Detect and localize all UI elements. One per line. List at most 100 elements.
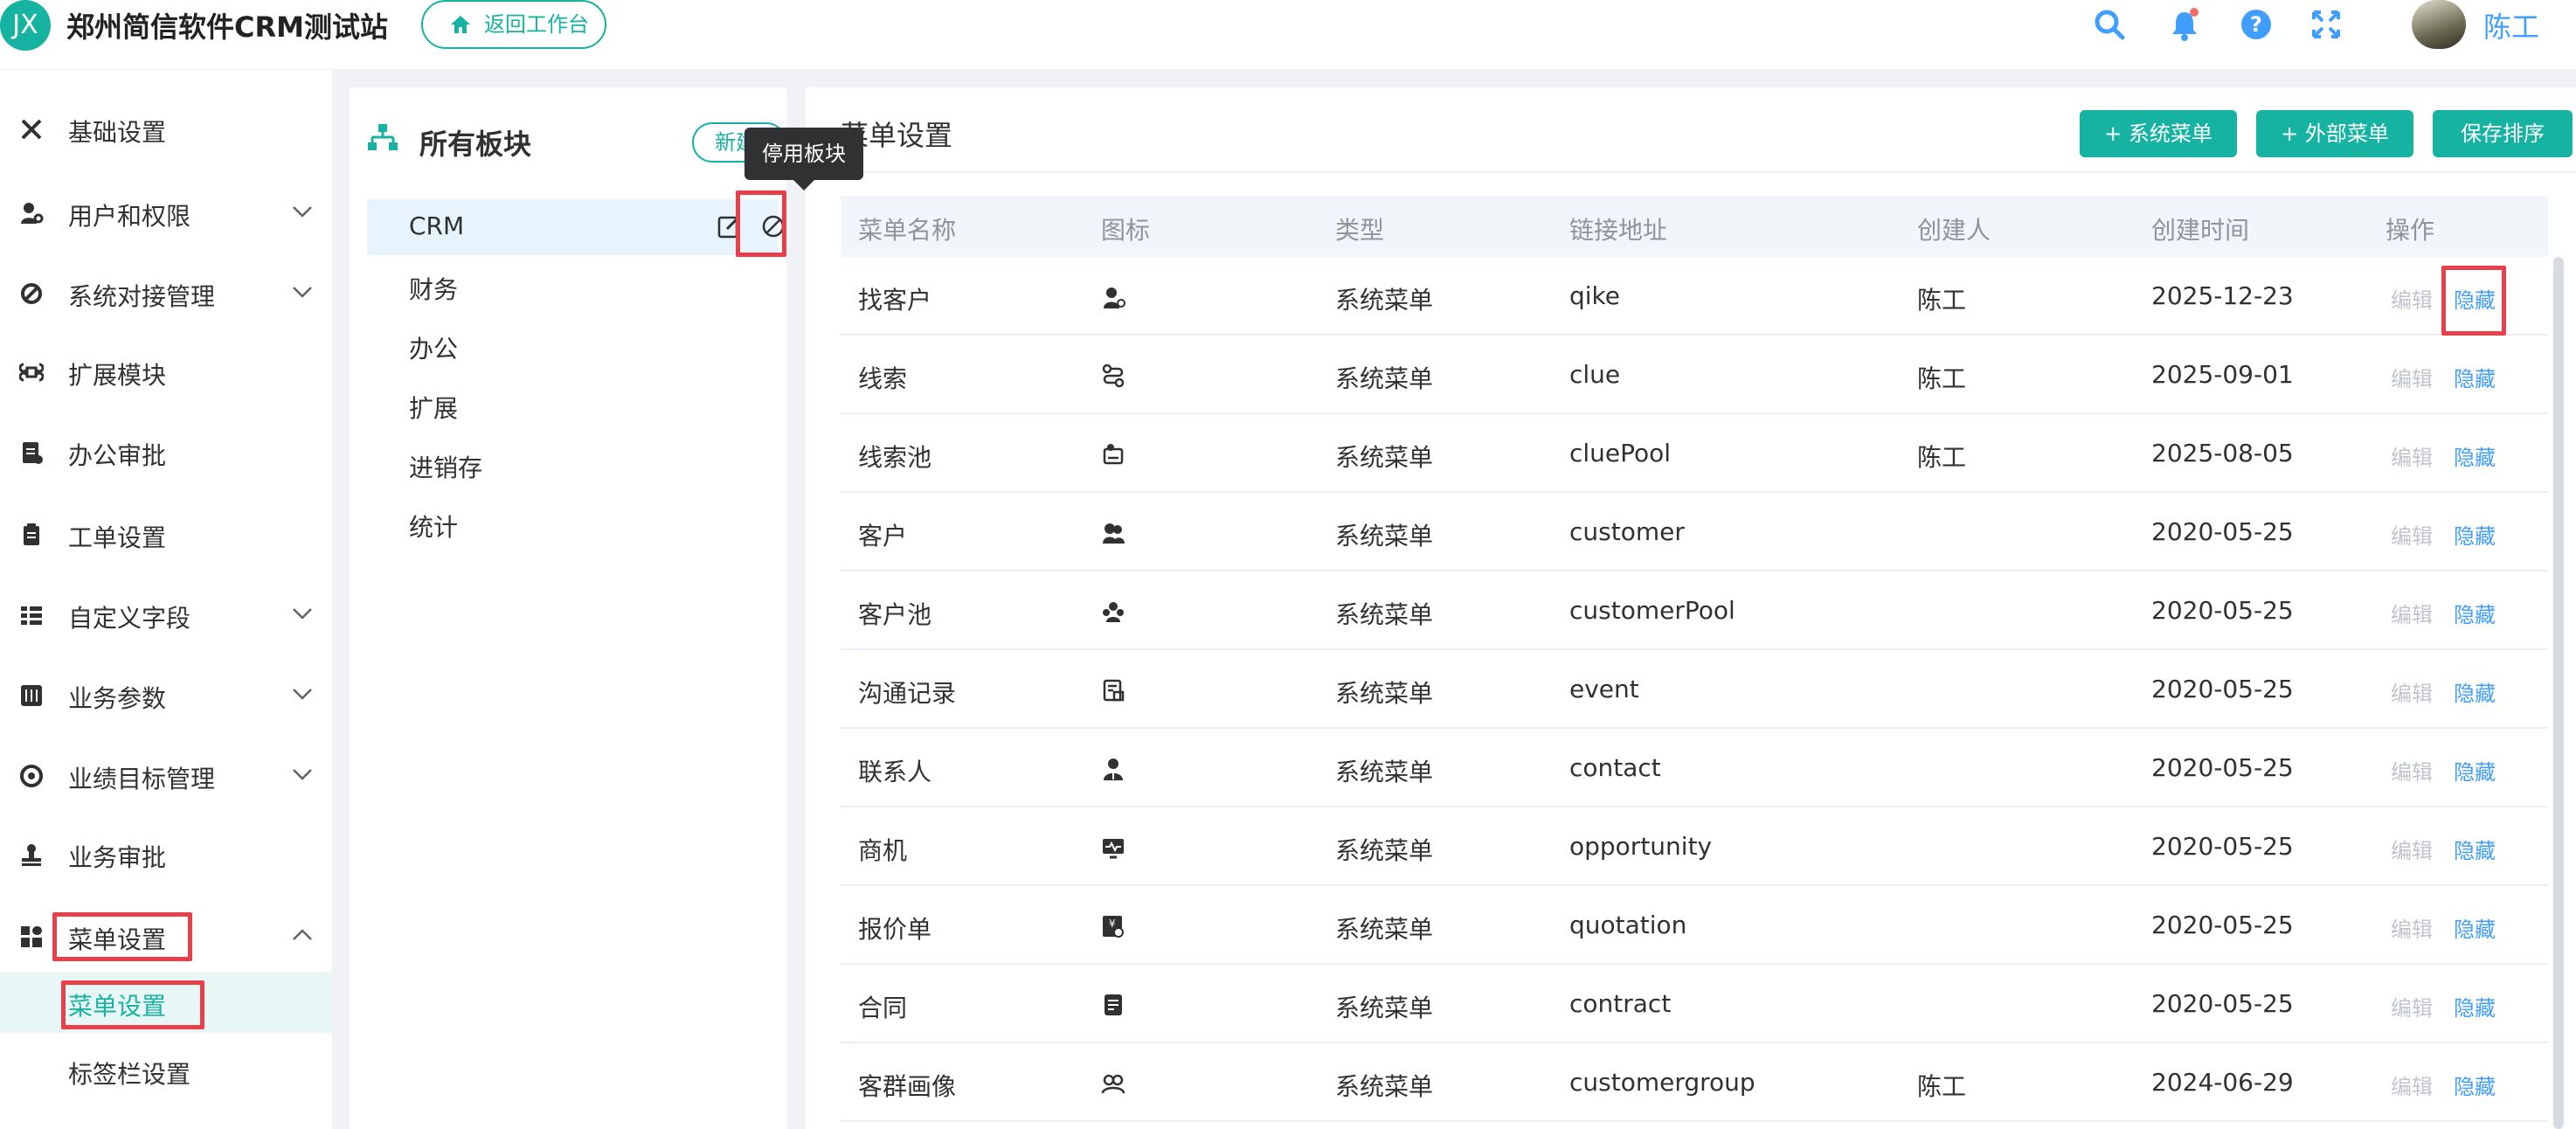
doc-approve-icon	[23, 442, 43, 464]
table-row: 线索池 系统菜单 cluePool 陈工 2025-08-05 编辑 隐藏	[841, 414, 2548, 493]
hide-button[interactable]: 隐藏	[2454, 440, 2496, 471]
chevron-down-icon	[293, 206, 312, 218]
sidebar-item-business-params[interactable]: 业务参数	[0, 668, 332, 720]
module-item-extension[interactable]: 扩展	[367, 377, 778, 433]
sidebar-item-basic-settings[interactable]: 基础设置	[0, 101, 332, 154]
edit-button[interactable]: 编辑	[2391, 519, 2433, 550]
chevron-down-icon	[293, 608, 312, 620]
command-icon	[19, 363, 44, 382]
highlight-box	[736, 190, 786, 257]
edit-button[interactable]: 编辑	[2391, 991, 2433, 1022]
table-row: 合同 系统菜单 contract 2020-05-25 编辑 隐藏	[841, 965, 2548, 1043]
module-item-finance[interactable]: 财务	[367, 259, 778, 315]
hide-button[interactable]: 隐藏	[2454, 834, 2496, 864]
edit-button[interactable]: 编辑	[2391, 440, 2433, 471]
hide-button[interactable]: 隐藏	[2454, 676, 2496, 707]
table-row: 商机 系统菜单 opportunity 2020-05-25 编辑 隐藏	[841, 807, 2548, 886]
highlight-box	[2441, 266, 2506, 336]
table-row: 联系人 系统菜单 contact 2020-05-25 编辑 隐藏	[841, 729, 2548, 807]
avatar[interactable]	[2412, 0, 2466, 49]
table-row: 沟通记录 系统菜单 event 2020-05-25 编辑 隐藏	[841, 650, 2548, 729]
created-time-cell: 2025-08-05	[2151, 439, 2294, 468]
scrollbar[interactable]	[2553, 257, 2564, 1129]
edit-button[interactable]: 编辑	[2391, 362, 2433, 392]
created-time-cell: 2024-06-29	[2151, 1068, 2294, 1097]
edit-button[interactable]: 编辑	[2391, 912, 2433, 943]
sidebar: 基础设置 用户和权限 系统对接管理 扩展模块 办公审批 工单设置 自定义字段 业…	[0, 70, 332, 1129]
edit-button[interactable]: 编辑	[2391, 283, 2433, 314]
type-cell: 系统菜单	[1335, 994, 1434, 1022]
clipboard-icon	[24, 523, 39, 545]
created-time-cell: 2020-05-25	[2151, 517, 2294, 546]
link-cell: opportunity	[1569, 832, 1713, 861]
menu-name-cell: 客群画像	[858, 1072, 957, 1101]
link-cell: customerPool	[1569, 596, 1735, 625]
sidebar-item-custom-fields[interactable]: 自定义字段	[0, 587, 332, 640]
link-cell: contract	[1569, 989, 1672, 1018]
hide-button[interactable]: 隐藏	[2454, 362, 2496, 392]
module-item-inventory[interactable]: 进销存	[367, 437, 778, 493]
created-time-cell: 2025-12-23	[2151, 281, 2294, 310]
hide-button[interactable]: 隐藏	[2454, 755, 2496, 786]
created-time-cell: 2020-05-25	[2151, 989, 2294, 1018]
hide-button[interactable]: 隐藏	[2454, 598, 2496, 628]
sidebar-item-label: 业绩目标管理	[68, 765, 216, 793]
chevron-down-icon	[293, 769, 312, 780]
hide-button[interactable]: 隐藏	[2454, 912, 2496, 943]
add-system-menu-button[interactable]: + 系统菜单	[2080, 110, 2237, 157]
column-header: 链接地址	[1569, 216, 1668, 245]
table-row: 线索 系统菜单 clue 陈工 2025-09-01 编辑 隐藏	[841, 336, 2548, 414]
edit-button[interactable]: 编辑	[2391, 1070, 2433, 1100]
user-name[interactable]: 陈工	[2483, 5, 2539, 45]
hide-button[interactable]: 隐藏	[2454, 519, 2496, 550]
module-item-statistics[interactable]: 统计	[367, 496, 778, 552]
user-key-icon	[21, 203, 44, 224]
edit-button[interactable]: 编辑	[2391, 755, 2433, 786]
sidebar-item-work-order[interactable]: 工单设置	[0, 507, 332, 559]
quotation-icon: ¥	[1103, 916, 1124, 938]
home-icon	[451, 16, 470, 33]
sidebar-item-office-approval[interactable]: 办公审批	[0, 425, 332, 477]
edit-button[interactable]: 编辑	[2391, 676, 2433, 707]
sidebar-item-label: 业务审批	[68, 843, 167, 872]
created-time-cell: 2020-05-25	[2151, 911, 2294, 939]
logo: JX	[0, 0, 51, 51]
sidebar-item-business-approval[interactable]: 业务审批	[0, 827, 332, 879]
edit-button[interactable]: 编辑	[2391, 834, 2433, 864]
sliders-icon	[21, 685, 42, 706]
add-external-menu-button[interactable]: + 外部菜单	[2256, 110, 2413, 157]
save-order-button[interactable]: 保存排序	[2433, 110, 2573, 157]
tooltip: 停用板块	[744, 128, 863, 190]
menu-name-cell: 报价单	[858, 915, 932, 944]
column-header: 操作	[2386, 216, 2435, 245]
chevron-up-icon	[293, 929, 312, 940]
sidebar-item-label: 扩展模块	[68, 361, 167, 390]
hide-button[interactable]: 隐藏	[2454, 991, 2496, 1022]
bell-icon[interactable]	[2167, 7, 2202, 42]
module-item-office[interactable]: 办公	[367, 318, 778, 374]
target-icon	[20, 765, 43, 787]
back-to-workbench-button[interactable]: 返回工作台	[421, 0, 606, 49]
sidebar-item-extension-modules[interactable]: 扩展模块	[0, 344, 332, 397]
type-cell: 系统菜单	[1335, 679, 1434, 708]
menu-name-cell: 线索池	[858, 443, 932, 472]
svg-text:¥: ¥	[1109, 918, 1116, 930]
type-cell: 系统菜单	[1335, 1072, 1434, 1101]
fullscreen-icon[interactable]	[2309, 7, 2344, 42]
help-icon[interactable]: ?	[2239, 7, 2274, 42]
module-item-crm[interactable]: CRM	[367, 199, 785, 255]
search-icon[interactable]	[2092, 7, 2127, 42]
list-icon	[21, 606, 42, 625]
hide-button[interactable]: 隐藏	[2454, 1070, 2496, 1100]
sidebar-item-users-permissions[interactable]: 用户和权限	[0, 185, 332, 238]
sidebar-subitem-tab-settings[interactable]: 标签栏设置	[0, 1040, 332, 1101]
edit-button[interactable]: 编辑	[2391, 598, 2433, 628]
type-cell: 系统菜单	[1335, 364, 1434, 393]
sidebar-subitem-label: 标签栏设置	[68, 1060, 191, 1089]
menu-name-cell: 合同	[858, 994, 908, 1022]
sidebar-item-system-integration[interactable]: 系统对接管理	[0, 266, 332, 318]
creator-cell: 陈工	[1917, 1072, 1967, 1101]
sidebar-item-performance-targets[interactable]: 业绩目标管理	[0, 748, 332, 800]
link-cell: contact	[1569, 753, 1661, 782]
stamp-icon	[22, 844, 41, 866]
